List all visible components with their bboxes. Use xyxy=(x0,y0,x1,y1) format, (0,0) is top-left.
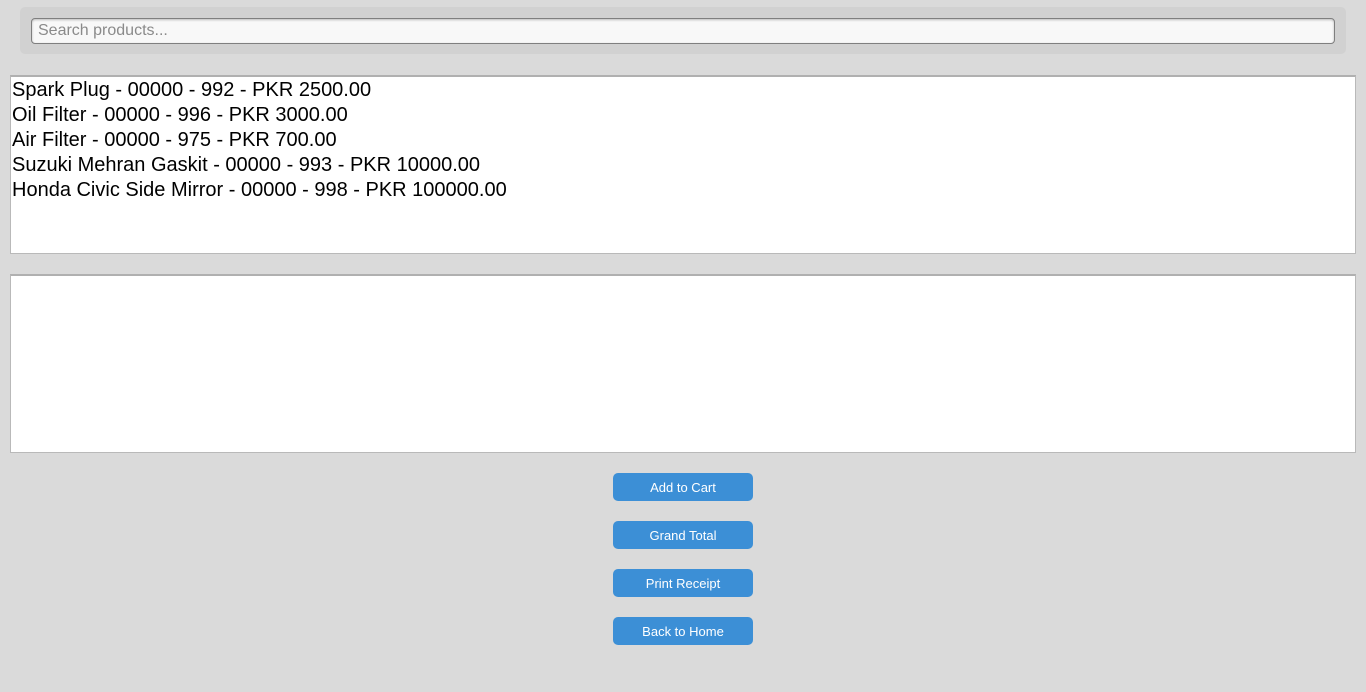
product-item-honda-civic-side-mirror[interactable]: Honda Civic Side Mirror - 00000 - 998 - … xyxy=(12,178,1354,203)
cart-list[interactable] xyxy=(10,274,1356,453)
search-input[interactable] xyxy=(31,18,1335,44)
add-to-cart-button[interactable]: Add to Cart xyxy=(613,473,753,501)
back-to-home-button[interactable]: Back to Home xyxy=(613,617,753,645)
print-receipt-button[interactable]: Print Receipt xyxy=(613,569,753,597)
search-bar xyxy=(20,7,1346,54)
product-item-spark-plug[interactable]: Spark Plug - 00000 - 992 - PKR 2500.00 xyxy=(12,78,1354,103)
grand-total-button[interactable]: Grand Total xyxy=(613,521,753,549)
product-list[interactable]: Spark Plug - 00000 - 992 - PKR 2500.00 O… xyxy=(10,75,1356,254)
product-item-oil-filter[interactable]: Oil Filter - 00000 - 996 - PKR 3000.00 xyxy=(12,103,1354,128)
product-item-air-filter[interactable]: Air Filter - 00000 - 975 - PKR 700.00 xyxy=(12,128,1354,153)
product-item-suzuki-mehran-gaskit[interactable]: Suzuki Mehran Gaskit - 00000 - 993 - PKR… xyxy=(12,153,1354,178)
